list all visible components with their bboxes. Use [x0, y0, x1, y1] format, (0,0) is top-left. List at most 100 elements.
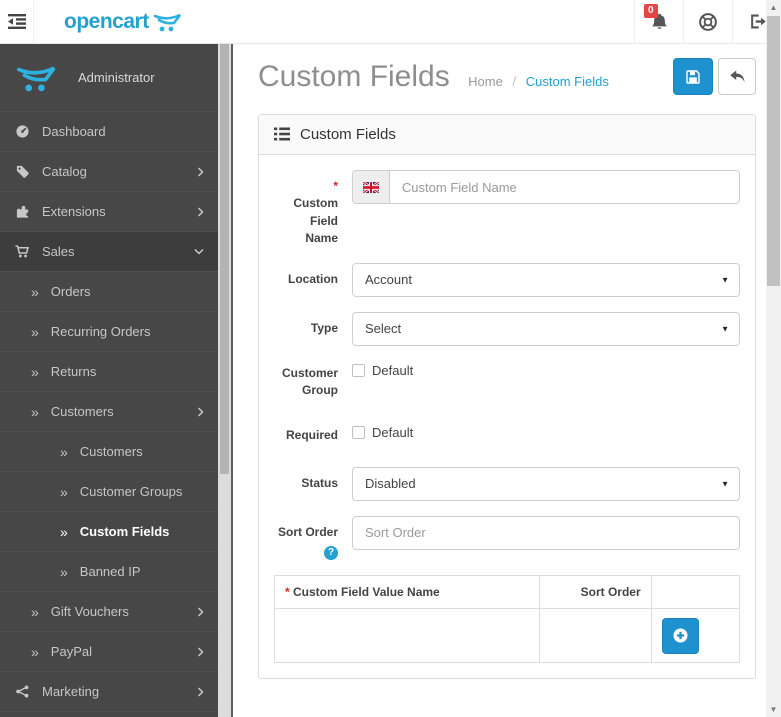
sidebar-item-custom-fields[interactable]: » Custom Fields: [0, 512, 218, 552]
chevron-down-icon: [194, 248, 204, 255]
sidebar-scrollbar[interactable]: [218, 44, 231, 717]
support-button[interactable]: [683, 0, 732, 43]
sort-order-input[interactable]: [352, 515, 740, 550]
cart-logo-icon: [153, 13, 181, 31]
type-select[interactable]: Select ▼: [352, 311, 740, 346]
language-flag-addon: [352, 170, 389, 204]
caret-down-icon: ▼: [721, 479, 729, 489]
share-icon: [14, 684, 30, 699]
page-scrollbar[interactable]: ▲ ▼: [766, 0, 781, 717]
double-angle-icon: »: [31, 283, 39, 300]
chevron-right-icon: [197, 646, 204, 657]
location-select-value: Account: [365, 272, 412, 288]
location-label: Location: [288, 271, 338, 286]
save-button[interactable]: [673, 58, 713, 95]
sidebar-item-label: Recurring Orders: [50, 324, 151, 339]
status-label: Status: [301, 475, 338, 490]
sidebar-item-gift-vouchers[interactable]: » Gift Vouchers: [0, 592, 218, 632]
breadcrumb-home[interactable]: Home: [468, 74, 503, 89]
form-group-custom-field-name: * Custom Field Name: [274, 170, 740, 248]
caret-down-icon: ▼: [721, 275, 729, 285]
custom-field-values-table: * Custom Field Value Name Sort Order: [273, 575, 741, 664]
sidebar-item-label: Extensions: [42, 204, 106, 219]
form-group-required: Required Default: [274, 423, 740, 444]
required-default-checkbox[interactable]: [352, 426, 365, 440]
content-area: Custom Fields Home / Custom Fields Custo…: [233, 44, 781, 717]
notifications-button[interactable]: 0: [634, 0, 683, 43]
menu-toggle-button[interactable]: [0, 0, 34, 43]
type-label: Type: [310, 320, 338, 335]
status-select-value: Disabled: [365, 476, 416, 492]
page-scrollbar-thumb[interactable]: [767, 16, 780, 286]
sidebar-item-label: Banned IP: [79, 564, 141, 579]
sidebar-item-recurring-orders[interactable]: » Recurring Orders: [0, 312, 218, 352]
page-title: Custom Fields: [258, 60, 450, 93]
sidebar-nav: Administrator Dashboard Catalog Extensio…: [0, 44, 218, 717]
header-actions: [673, 58, 756, 95]
menu-toggle-icon: [7, 14, 26, 29]
sidebar-item-catalog[interactable]: Catalog: [0, 152, 218, 192]
back-button[interactable]: [718, 58, 756, 95]
breadcrumb-current[interactable]: Custom Fields: [526, 74, 609, 89]
col-header-text: Custom Field Value Name: [293, 585, 440, 600]
breadcrumb-separator: /: [512, 74, 517, 89]
list-icon: [274, 127, 290, 141]
scrollbar-down-arrow[interactable]: ▼: [766, 702, 781, 717]
customer-group-default-checkbox[interactable]: [352, 363, 365, 377]
table-header-row: * Custom Field Value Name Sort Order: [273, 575, 741, 610]
sidebar-item-label: Customers: [79, 444, 143, 459]
sidebar-item-marketing[interactable]: Marketing: [0, 672, 218, 712]
required-asterisk: *: [285, 585, 290, 600]
sidebar-item-customers-parent[interactable]: » Customers: [0, 392, 218, 432]
sidebar-item-label: Custom Fields: [79, 524, 170, 539]
sidebar-item-label: Catalog: [42, 164, 87, 179]
sidebar-item-label: Orders: [50, 284, 91, 299]
sidebar-item-extensions[interactable]: Extensions: [0, 192, 218, 232]
sidebar-item-label: Gift Vouchers: [50, 604, 129, 619]
life-ring-icon: [699, 12, 717, 31]
sidebar-item-label: Sales: [42, 244, 75, 259]
add-value-button[interactable]: [661, 617, 699, 654]
custom-field-name-input[interactable]: [388, 170, 740, 204]
sidebar-item-label: Marketing: [42, 684, 100, 699]
sidebar-item-customers[interactable]: » Customers: [0, 432, 218, 472]
form-group-type: Type Select ▼: [274, 311, 740, 346]
status-select[interactable]: Disabled ▼: [352, 466, 740, 501]
tag-icon: [14, 164, 30, 179]
sidebar-item-dashboard[interactable]: Dashboard: [0, 112, 218, 152]
sidebar-item-customer-groups[interactable]: » Customer Groups: [0, 472, 218, 512]
checkbox-label: Default: [372, 362, 414, 378]
custom-field-name-label: * Custom Field Name: [274, 170, 352, 248]
opencart-logo-text: opencart: [64, 9, 149, 33]
sidebar-item-label: Returns: [50, 364, 97, 379]
sidebar-item-label: PayPal: [50, 644, 92, 659]
required-default-option: Default: [352, 423, 740, 440]
location-select[interactable]: Account ▼: [352, 262, 740, 297]
empty-sort-cell: [539, 608, 652, 664]
help-question-icon[interactable]: ?: [324, 546, 338, 561]
sidebar-item-sales[interactable]: Sales: [0, 232, 218, 272]
form-group-customer-group: Customer Group Default: [274, 361, 740, 400]
sidebar-scrollbar-thumb[interactable]: [220, 44, 229, 474]
sidebar-item-orders[interactable]: » Orders: [0, 272, 218, 312]
opencart-logo[interactable]: opencart: [34, 0, 187, 43]
customer-group-label: Customer Group: [281, 365, 338, 397]
double-angle-icon: »: [31, 363, 39, 380]
scrollbar-up-arrow[interactable]: ▲: [766, 0, 781, 15]
notification-count-badge: 0: [644, 4, 658, 18]
profile-name: Administrator: [78, 70, 155, 85]
sidebar-item-banned-ip[interactable]: » Banned IP: [0, 552, 218, 592]
label-text: Sort Order: [277, 524, 338, 539]
sidebar-item-paypal[interactable]: » PayPal: [0, 632, 218, 672]
double-angle-icon: »: [31, 323, 39, 340]
table-empty-row: [273, 608, 741, 664]
chevron-right-icon: [197, 686, 204, 697]
sidebar-item-returns[interactable]: » Returns: [0, 352, 218, 392]
form-group-status: Status Disabled ▼: [274, 466, 740, 501]
sidebar-profile[interactable]: Administrator: [0, 44, 218, 112]
dashboard-icon: [14, 124, 30, 139]
chevron-right-icon: [197, 166, 204, 177]
double-angle-icon: »: [60, 483, 68, 500]
custom-fields-panel: Custom Fields * Custom Field Name Custom…: [258, 114, 756, 680]
